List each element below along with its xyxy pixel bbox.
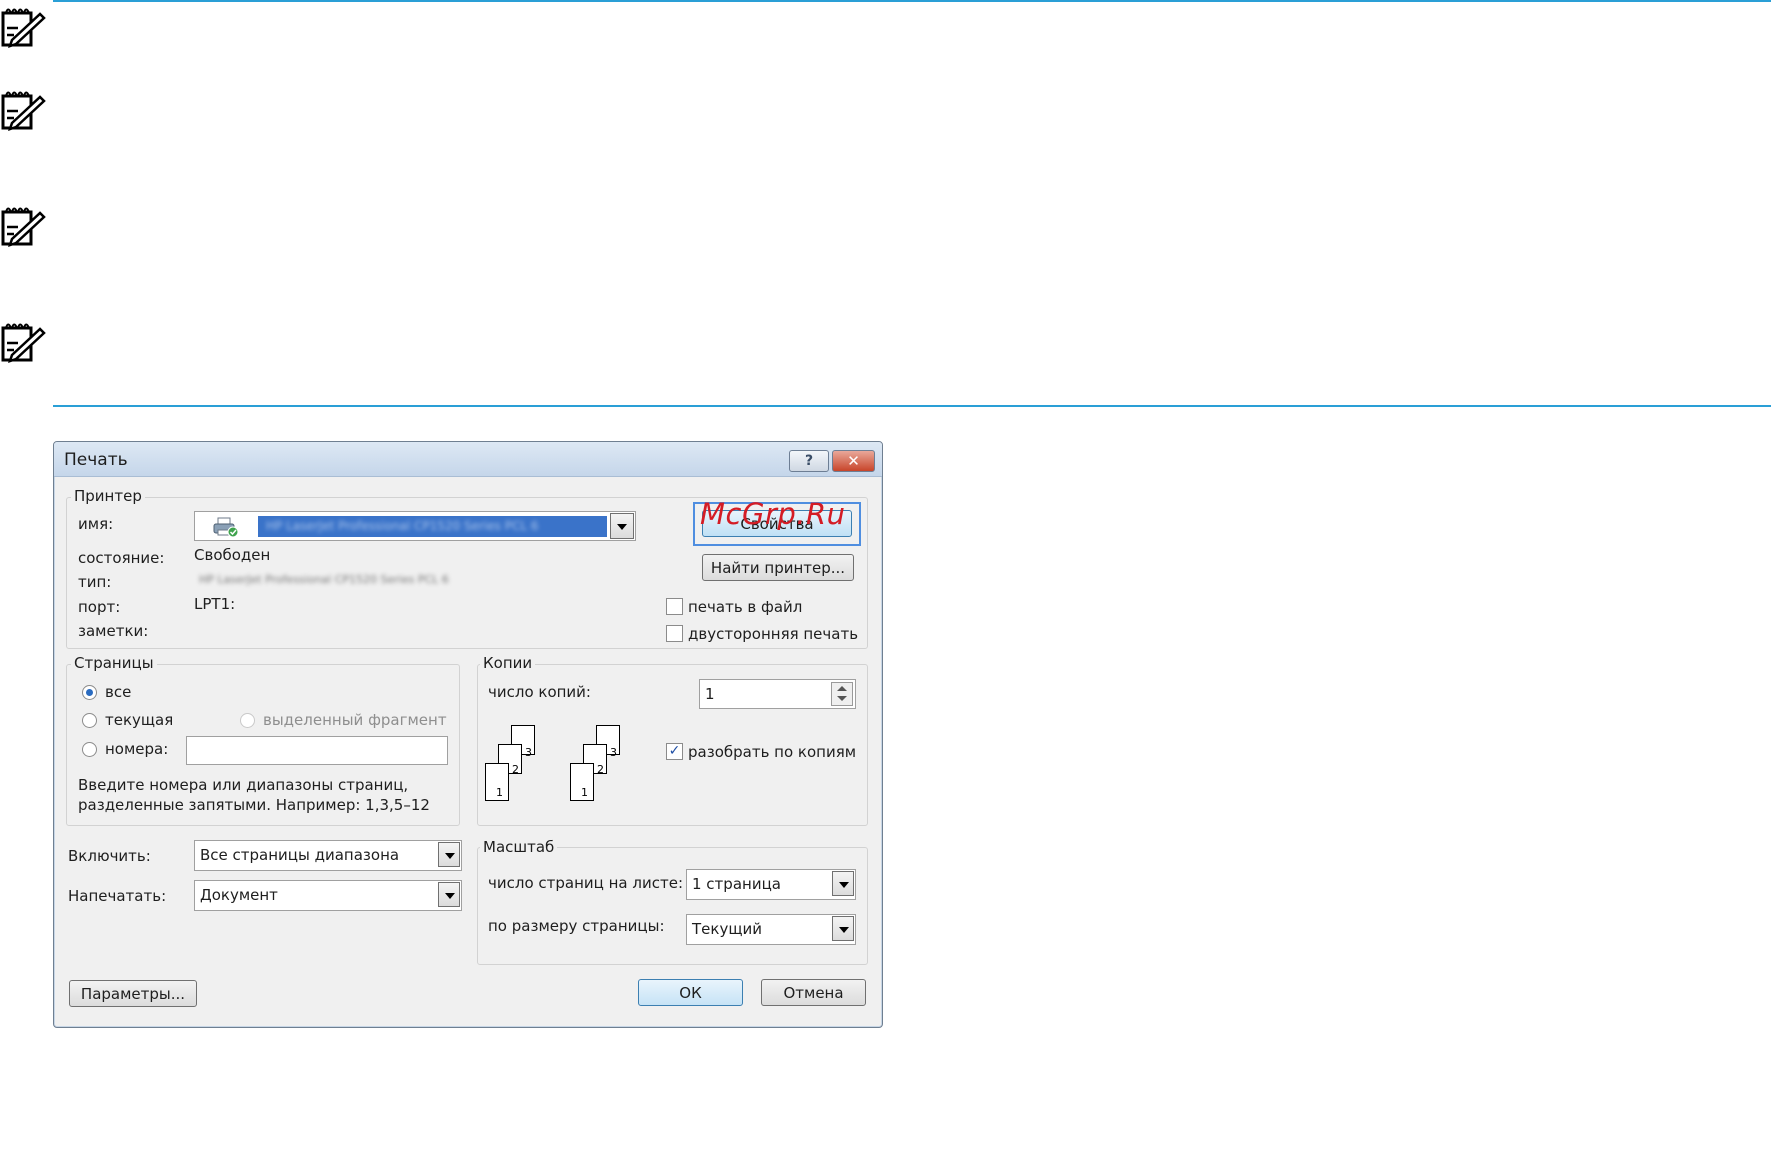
- pages-group-label: Страницы: [71, 654, 157, 672]
- chevron-down-icon[interactable]: [438, 842, 460, 867]
- dialog-title: Печать: [64, 450, 128, 470]
- pages-current-label: текущая: [105, 711, 174, 729]
- note-icon: [1, 91, 46, 131]
- pages-all-radio[interactable]: [82, 685, 97, 700]
- printer-name-selection: HP LaserJet Professional CP1520 Series P…: [258, 516, 607, 537]
- printer-name-select[interactable]: HP LaserJet Professional CP1520 Series P…: [194, 511, 636, 541]
- ok-button[interactable]: ОК: [638, 979, 743, 1006]
- collate-illustration-right: 3 2 1: [569, 725, 629, 805]
- scale-group-label: Масштаб: [480, 838, 558, 856]
- pages-selection-radio[interactable]: [240, 713, 255, 728]
- printer-notes-label: заметки:: [78, 622, 149, 640]
- print-what-select[interactable]: Документ: [194, 880, 462, 911]
- title-bar[interactable]: Печать ? ✕: [54, 442, 882, 477]
- collate-label: разобрать по копиям: [688, 743, 857, 761]
- chevron-down-icon[interactable]: [438, 882, 460, 907]
- scale-group: [477, 847, 868, 965]
- pages-numbers-radio[interactable]: [82, 742, 97, 757]
- printer-icon: [213, 517, 239, 537]
- print-to-file-label: печать в файл: [688, 598, 803, 616]
- note-icon: [1, 8, 46, 48]
- chevron-down-icon[interactable]: [832, 916, 854, 941]
- note-icon: [1, 323, 46, 363]
- chevron-down-icon[interactable]: [832, 871, 854, 896]
- pages-numbers-label: номера:: [105, 740, 169, 758]
- pages-per-sheet-label: число страниц на листе:: [488, 874, 683, 892]
- spin-up-icon[interactable]: [837, 686, 847, 691]
- copies-count-label: число копий:: [488, 683, 591, 701]
- copies-count-value: 1: [705, 685, 715, 703]
- note-icon: [1, 207, 46, 247]
- print-to-file-checkbox[interactable]: [666, 598, 683, 615]
- pages-per-sheet-select[interactable]: 1 страница: [686, 869, 856, 900]
- pages-current-radio[interactable]: [82, 713, 97, 728]
- copies-count-input[interactable]: 1: [699, 679, 856, 709]
- spin-down-icon[interactable]: [837, 696, 847, 701]
- page-numbers-input[interactable]: [186, 736, 448, 765]
- pages-selection-label: выделенный фрагмент: [263, 711, 447, 729]
- copies-group-label: Копии: [480, 654, 536, 672]
- printer-group-label: Принтер: [71, 487, 145, 505]
- cancel-button[interactable]: Отмена: [761, 979, 866, 1006]
- printer-port-value: LPT1:: [194, 595, 236, 613]
- printer-port-label: порт:: [78, 598, 121, 616]
- options-button[interactable]: Параметры...: [69, 980, 197, 1007]
- section-rule: [53, 405, 1771, 407]
- print-what-value: Документ: [200, 886, 278, 904]
- pages-per-sheet-value: 1 страница: [692, 875, 781, 893]
- copies-spinner[interactable]: [831, 682, 853, 706]
- top-rule: [53, 0, 1771, 2]
- printer-status-label: состояние:: [78, 549, 165, 567]
- pages-all-label: все: [105, 683, 132, 701]
- printer-name-dropdown[interactable]: [610, 513, 634, 539]
- find-printer-button[interactable]: Найти принтер...: [702, 554, 854, 581]
- print-what-label: Напечатать:: [68, 887, 167, 905]
- include-value: Все страницы диапазона: [200, 846, 400, 864]
- printer-type-label: тип:: [78, 573, 112, 591]
- include-label: Включить:: [68, 847, 151, 865]
- printer-type-value: HP LaserJet Professional CP1520 Series P…: [199, 573, 449, 586]
- duplex-checkbox[interactable]: [666, 625, 683, 642]
- fit-to-label: по размеру страницы:: [488, 917, 665, 935]
- fit-to-select[interactable]: Текущий: [686, 914, 856, 945]
- pages-hint: Введите номера или диапазоны страниц, ра…: [78, 776, 430, 814]
- fit-to-value: Текущий: [692, 920, 762, 938]
- chevron-down-icon: [617, 524, 627, 530]
- printer-status-value: Свободен: [194, 546, 271, 564]
- include-select[interactable]: Все страницы диапазона: [194, 840, 462, 871]
- printer-name-value: HP LaserJet Professional CP1520 Series P…: [266, 519, 539, 533]
- watermark: McGrp.Ru: [700, 497, 846, 531]
- collate-checkbox[interactable]: ✓: [666, 743, 683, 760]
- printer-name-label: имя:: [78, 515, 114, 533]
- duplex-label: двусторонняя печать: [688, 625, 859, 643]
- collate-illustration-left: 3 2 1: [484, 725, 544, 805]
- close-button[interactable]: ✕: [832, 450, 875, 472]
- help-button[interactable]: ?: [789, 450, 829, 472]
